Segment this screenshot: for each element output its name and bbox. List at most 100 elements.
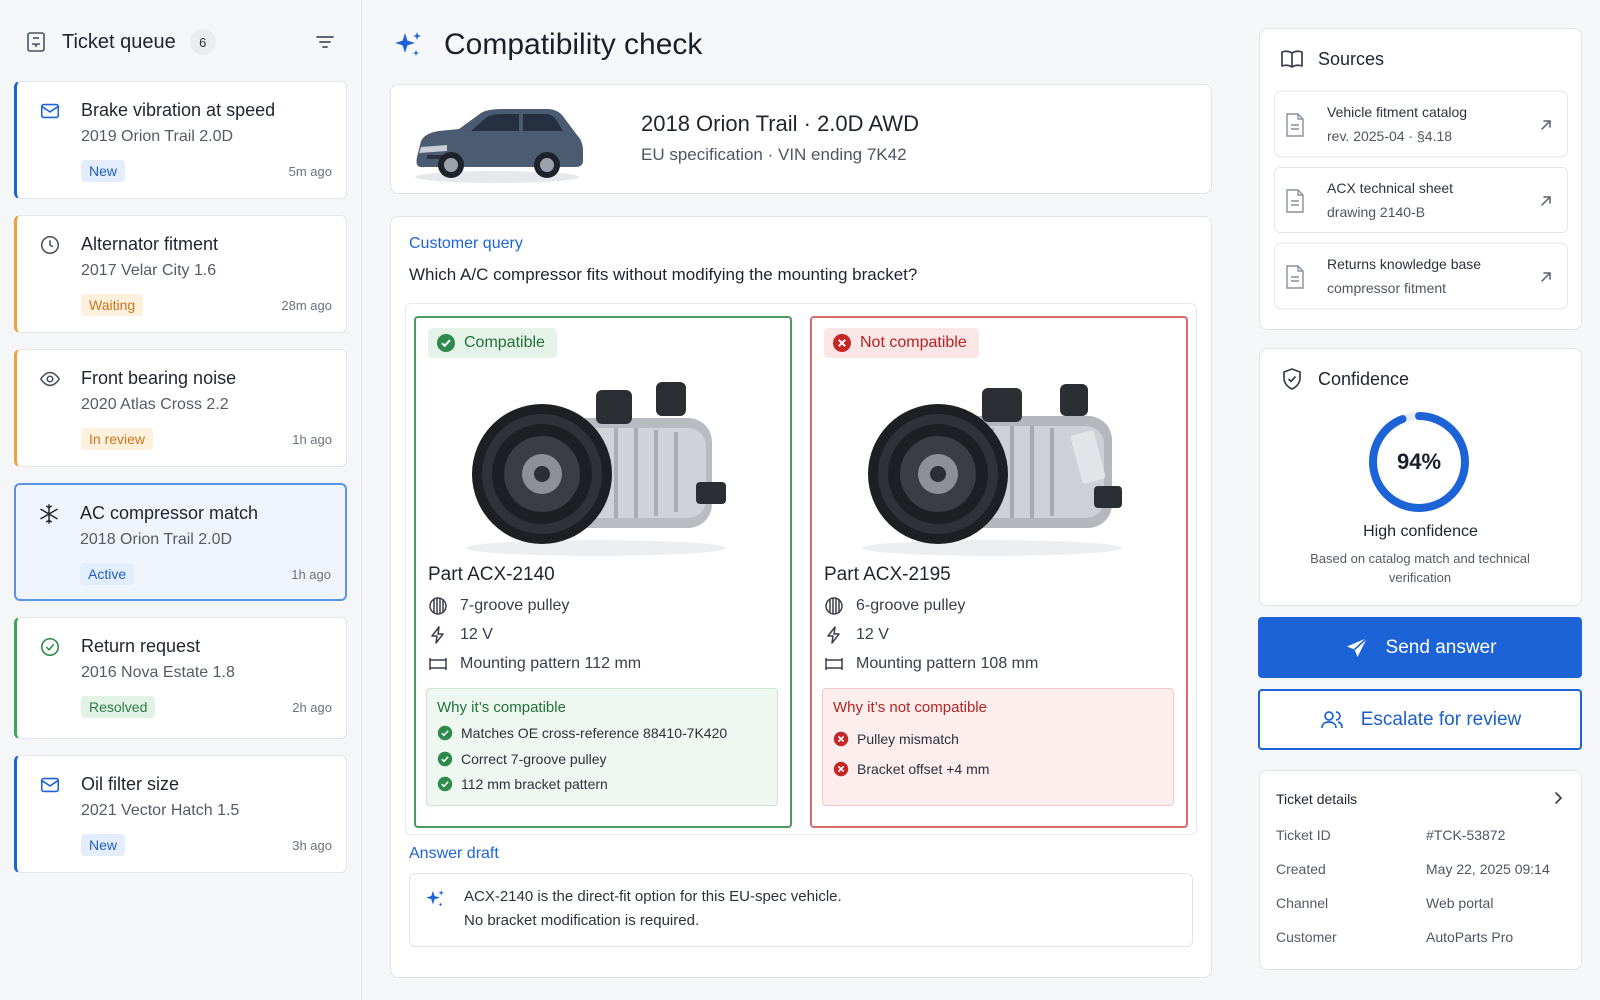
source-item[interactable]: Returns knowledge base compressor fitmen…: [1274, 243, 1568, 309]
check-circle-icon: [437, 725, 453, 741]
detail-value: Web portal: [1426, 895, 1494, 911]
external-link-icon[interactable]: [1537, 192, 1555, 210]
external-link-icon[interactable]: [1537, 268, 1555, 286]
compatibility-panel: Compatibility check 2018 Orion Trail · 2…: [362, 0, 1238, 1000]
spec-pulley: 6-groove pulley: [824, 596, 965, 616]
ticket-vehicle: 2018 Orion Trail 2.0D: [80, 531, 233, 548]
sparkle-icon: [426, 890, 444, 907]
status-badge: New: [81, 834, 126, 856]
detail-value: AutoParts Pro: [1426, 929, 1514, 945]
confidence-header: Confidence: [1280, 367, 1409, 391]
ticket-time: 2h ago: [292, 700, 332, 715]
answer-draft-box[interactable]: ACX-2140 is the direct-fit option for th…: [409, 873, 1193, 947]
ticket-title: Alternator fitment: [81, 234, 219, 254]
page-title: Compatibility check: [444, 28, 703, 61]
ticket-queue-panel: Ticket queue 6 Brake vibration at speed …: [0, 0, 362, 1000]
queue-count-badge: 6: [189, 29, 216, 55]
reason-item: Pulley mismatch: [833, 731, 959, 747]
why-not-compatible-box: Why it’s not compatible Pulley mismatch …: [822, 688, 1174, 806]
ticket-card[interactable]: Oil filter size 2021 Vector Hatch 1.5 Ne…: [14, 755, 347, 873]
detail-value: #TCK-53872: [1426, 827, 1506, 843]
status-badge: Waiting: [81, 294, 144, 316]
document-icon: [1286, 189, 1304, 213]
ticket-title: Brake vibration at speed: [81, 100, 276, 120]
compressor-image: [466, 382, 726, 556]
status-badge: New: [81, 160, 126, 182]
why-compatible-box: Why it’s compatible Matches OE cross-ref…: [426, 688, 778, 806]
answer-draft-text: No bracket modification is required.: [464, 912, 700, 929]
ticket-card[interactable]: Brake vibration at speed 2019 Orion Trai…: [14, 81, 347, 199]
shield-check-icon: [1283, 368, 1301, 390]
customer-query-text: Which A/C compressor fits without modify…: [409, 265, 918, 284]
reason-item: Matches OE cross-reference 88410-7K420: [437, 725, 727, 741]
lightning-icon: [431, 626, 444, 644]
document-icon: [1286, 265, 1304, 289]
part-number: Part ACX-2140: [428, 564, 555, 585]
eye-icon: [39, 371, 61, 387]
compatible-badge: Compatible: [428, 328, 557, 358]
page-header: Compatibility check: [392, 28, 702, 62]
send-answer-button[interactable]: Send answer: [1258, 617, 1582, 678]
sources-title: Sources: [1318, 48, 1385, 69]
why-title: Why it’s compatible: [437, 699, 566, 716]
escalate-button[interactable]: Escalate for review: [1258, 689, 1582, 750]
send-icon: [1346, 636, 1368, 657]
vehicle-spec: EU specification · VIN ending 7K42: [641, 145, 907, 164]
ticket-card-active[interactable]: AC compressor match 2018 Orion Trail 2.0…: [14, 483, 347, 601]
query-card: Customer query Which A/C compressor fits…: [390, 216, 1212, 978]
x-circle-icon: [833, 334, 851, 352]
send-answer-label: Send answer: [1385, 636, 1497, 658]
ticket-title: AC compressor match: [80, 503, 259, 523]
external-link-icon[interactable]: [1537, 116, 1555, 134]
ticket-time: 1h ago: [291, 567, 331, 582]
ticket-card[interactable]: Front bearing noise 2020 Atlas Cross 2.2…: [14, 349, 347, 467]
filter-icon[interactable]: [313, 30, 337, 54]
detail-key: Customer: [1276, 929, 1337, 945]
spec-voltage: 12 V: [428, 625, 493, 645]
ticket-vehicle: 2020 Atlas Cross 2.2: [81, 396, 229, 413]
status-badge: Active: [80, 563, 135, 585]
x-circle-icon: [833, 731, 849, 747]
why-title: Why it’s not compatible: [833, 699, 987, 716]
ticket-title: Return request: [81, 636, 201, 656]
sparkle-icon: [395, 32, 421, 56]
ticket-time: 3h ago: [292, 838, 332, 853]
ticket-vehicle: 2017 Velar City 1.6: [81, 262, 217, 279]
inbox-icon: [27, 32, 45, 52]
ticket-title: Front bearing noise: [81, 368, 237, 388]
compressor-image: [862, 384, 1122, 556]
spec-mounting: Mounting pattern 112 mm: [428, 654, 641, 674]
detail-key: Ticket ID: [1276, 827, 1331, 843]
ticket-vehicle: 2021 Vector Hatch 1.5: [81, 802, 240, 819]
users-icon: [1320, 710, 1343, 728]
snowflake-icon: [40, 504, 58, 524]
vehicle-name: 2018 Orion Trail · 2.0D AWD: [641, 111, 919, 136]
mail-icon: [40, 777, 60, 793]
reason-item: Correct 7-groove pulley: [437, 751, 607, 767]
source-item[interactable]: ACX technical sheet drawing 2140-B: [1274, 167, 1568, 233]
confidence-title: Confidence: [1318, 368, 1410, 389]
ticket-vehicle: 2016 Nova Estate 1.8: [81, 664, 235, 681]
ticket-card[interactable]: Alternator fitment 2017 Velar City 1.6 W…: [14, 215, 347, 333]
x-circle-icon: [833, 761, 849, 777]
source-item[interactable]: Vehicle fitment catalog rev. 2025-04 · §…: [1274, 91, 1568, 157]
ticket-list: Brake vibration at speed 2019 Orion Trai…: [14, 81, 347, 889]
sources-card: Sources Vehicle fitment catalog rev. 202…: [1259, 28, 1582, 330]
mounting-icon: [429, 658, 447, 670]
chevron-right-icon[interactable]: [1549, 789, 1567, 807]
vehicle-image: [415, 109, 583, 183]
queue-title: Ticket queue: [62, 30, 176, 53]
sources-header: Sources: [1280, 47, 1384, 71]
answer-draft-text: ACX-2140 is the direct-fit option for th…: [464, 888, 842, 905]
confidence-value: 94%: [1396, 449, 1442, 474]
detail-value: May 22, 2025 09:14: [1426, 861, 1550, 877]
queue-header: Ticket queue 6: [24, 26, 337, 58]
status-badge: Resolved: [81, 696, 156, 718]
compatible-part-card[interactable]: Compatible Part ACX-2140 7-groove pulley…: [414, 316, 792, 828]
confidence-label: High confidence: [1363, 523, 1478, 540]
incompatible-part-card[interactable]: Not compatible Part ACX-2195 6-groove pu…: [810, 316, 1188, 828]
reason-item: Bracket offset +4 mm: [833, 761, 989, 777]
pulley-icon: [429, 597, 447, 615]
ticket-details-card: Ticket details Ticket ID #TCK-53872 Crea…: [1259, 770, 1582, 970]
ticket-card[interactable]: Return request 2016 Nova Estate 1.8 Reso…: [14, 617, 347, 739]
